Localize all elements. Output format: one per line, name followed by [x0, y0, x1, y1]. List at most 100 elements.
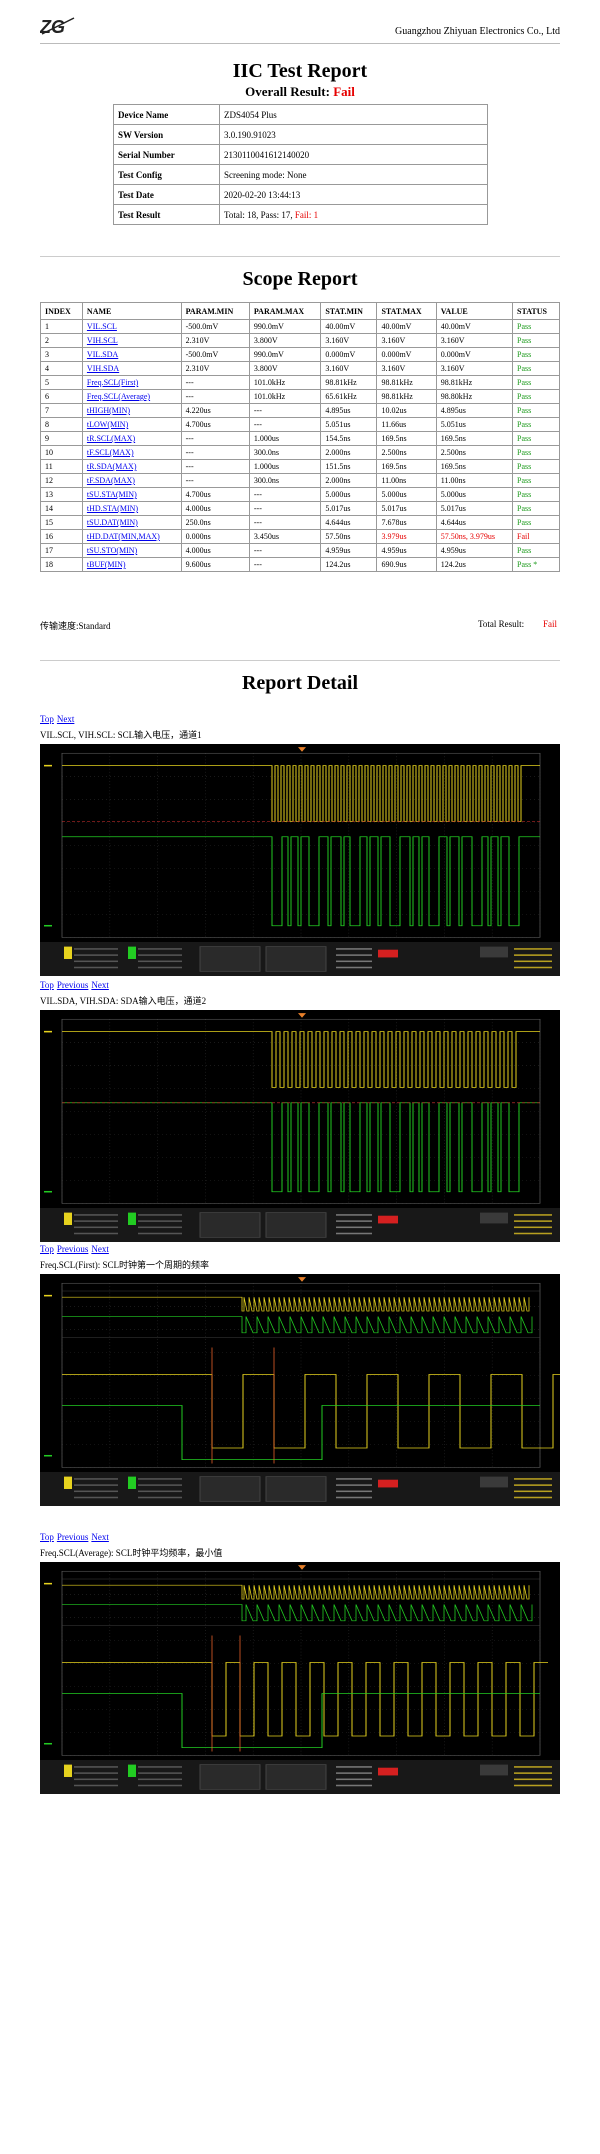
table-cell: 2.000ns: [320, 445, 378, 460]
nav-next-link[interactable]: Next: [57, 714, 75, 724]
table-cell: ---: [248, 543, 322, 558]
measurement-link[interactable]: tR.SCL(MAX): [87, 434, 135, 443]
table-cell: 4.895us: [435, 403, 514, 418]
svg-text:ZG: ZG: [40, 17, 65, 37]
table-cell: 4.895us: [320, 403, 378, 418]
measurement-name-cell: tBUF(MIN): [81, 557, 182, 572]
column-header: PARAM.MIN: [180, 302, 250, 320]
measurement-link[interactable]: Freq.SCL(Average): [87, 392, 150, 401]
info-row: SW Version 3.0.190.91023: [113, 124, 488, 145]
measurement-name-cell: Freq.SCL(First): [81, 375, 182, 390]
table-cell: 10.02us: [376, 403, 437, 418]
scope-status-bar: [40, 1759, 560, 1794]
table-cell: 0.000mV: [435, 347, 514, 362]
measurement-link[interactable]: VIL.SCL: [87, 322, 117, 331]
table-cell: 16: [40, 529, 83, 544]
page-header: ZG Guangzhou Zhiyuan Electronics Co., Lt…: [40, 12, 560, 44]
section-nav: Top Previous Next: [40, 980, 112, 990]
status-cell: Pass *: [512, 557, 560, 572]
table-cell: 3.979us: [376, 529, 437, 544]
measurement-name-cell: tLOW(MIN): [81, 417, 182, 432]
info-row: Serial Number 2130110041612140020: [113, 144, 488, 165]
measurement-name-cell: VIL.SDA: [81, 347, 182, 362]
nav-previous-link[interactable]: Previous: [57, 1244, 89, 1254]
info-value: ZDS4054 Plus: [219, 104, 488, 125]
measurement-link[interactable]: VIL.SDA: [87, 350, 118, 359]
table-cell: 17: [40, 543, 83, 558]
nav-previous-link[interactable]: Previous: [57, 1532, 89, 1542]
nav-top-link[interactable]: Top: [40, 980, 54, 990]
table-cell: 2: [40, 333, 83, 348]
table-cell: 5.017us: [435, 501, 514, 516]
table-cell: 169.5ns: [376, 431, 437, 446]
column-header: NAME: [81, 302, 182, 320]
table-cell: 40.00mV: [435, 319, 514, 334]
table-cell: ---: [180, 389, 250, 404]
table-cell: ---: [248, 487, 322, 502]
nav-next-link[interactable]: Next: [91, 1244, 109, 1254]
measurement-link[interactable]: VIH.SCL: [87, 336, 118, 345]
total-result-value: Fail: [543, 619, 558, 629]
table-cell: ---: [180, 375, 250, 390]
oscilloscope-display: [40, 1013, 560, 1242]
section-caption: Freq.SCL(First): SCL时钟第一个周期的频率: [40, 1260, 210, 1270]
company-name: Guangzhou Zhiyuan Electronics Co., Ltd: [395, 26, 560, 37]
measurement-link[interactable]: tSU.STO(MIN): [87, 546, 137, 555]
measurement-name-cell: tR.SDA(MAX): [81, 459, 182, 474]
table-cell: 5.017us: [376, 501, 437, 516]
table-cell: 9: [40, 431, 83, 446]
oscilloscope-display: [40, 747, 560, 976]
table-row: 7 tHIGH(MIN) 4.220us --- 4.895us 10.02us 4.895…: [40, 403, 560, 418]
table-cell: ---: [180, 459, 250, 474]
nav-next-link[interactable]: Next: [91, 980, 109, 990]
nav-top-link[interactable]: Top: [40, 1532, 54, 1542]
table-cell: 0.000ns: [180, 529, 250, 544]
measurement-name-cell: tF.SDA(MAX): [81, 473, 182, 488]
measurement-link[interactable]: tBUF(MIN): [87, 560, 126, 569]
table-cell: 5.000us: [435, 487, 514, 502]
table-cell: 151.5ns: [320, 459, 378, 474]
scope-status-bar: [40, 1471, 560, 1506]
measurement-name-cell: tHIGH(MIN): [81, 403, 182, 418]
measurement-link[interactable]: tR.SDA(MAX): [87, 462, 137, 471]
measurement-link[interactable]: tF.SDA(MAX): [87, 476, 135, 485]
table-cell: 4.644us: [435, 515, 514, 530]
measurement-name-cell: VIL.SCL: [81, 319, 182, 334]
nav-previous-link[interactable]: Previous: [57, 980, 89, 990]
measurement-link[interactable]: VIH.SDA: [87, 364, 119, 373]
table-cell: 18: [40, 557, 83, 572]
table-row: 16 tHD.DAT(MIN,MAX) 0.000ns 3.450us 57.50ns 3…: [40, 529, 560, 544]
measurement-name-cell: tHD.STA(MIN): [81, 501, 182, 516]
table-cell: 98.80kHz: [435, 389, 514, 404]
table-cell: 300.0ns: [248, 473, 322, 488]
status-cell: Pass: [512, 515, 560, 530]
measurement-name-cell: VIH.SCL: [81, 333, 182, 348]
trigger-position-icon: [298, 1277, 306, 1282]
info-value: Screening mode: None: [219, 164, 488, 185]
transfer-speed: 传输速度:Standard: [40, 621, 111, 631]
nav-top-link[interactable]: Top: [40, 1244, 54, 1254]
oscilloscope-display: [40, 1565, 560, 1794]
table-cell: ---: [248, 557, 322, 572]
measurement-link[interactable]: tSU.STA(MIN): [87, 490, 137, 499]
measurement-link[interactable]: tF.SCL(MAX): [87, 448, 134, 457]
measurement-link[interactable]: tHD.DAT(MIN,MAX): [87, 532, 160, 541]
measurement-link[interactable]: tHIGH(MIN): [87, 406, 130, 415]
measurement-link[interactable]: Freq.SCL(First): [87, 378, 138, 387]
table-cell: 4.959us: [320, 543, 378, 558]
waveforms: [62, 1031, 540, 1193]
trigger-position-icon: [298, 747, 306, 752]
measurement-link[interactable]: tSU.DAT(MIN): [87, 518, 138, 527]
table-cell: 4: [40, 361, 83, 376]
table-cell: 169.5ns: [435, 431, 514, 446]
measurement-link[interactable]: tHD.STA(MIN): [87, 504, 138, 513]
info-key: Test Config: [113, 164, 220, 185]
nav-next-link[interactable]: Next: [91, 1532, 109, 1542]
measurement-link[interactable]: tLOW(MIN): [87, 420, 128, 429]
measurement-name-cell: Freq.SCL(Average): [81, 389, 182, 404]
table-cell: 2.310V: [180, 333, 250, 348]
table-cell: 169.5ns: [376, 459, 437, 474]
table-cell: 57.50ns, 3.979us: [435, 529, 514, 544]
table-cell: 5.000us: [376, 487, 437, 502]
nav-top-link[interactable]: Top: [40, 714, 54, 724]
